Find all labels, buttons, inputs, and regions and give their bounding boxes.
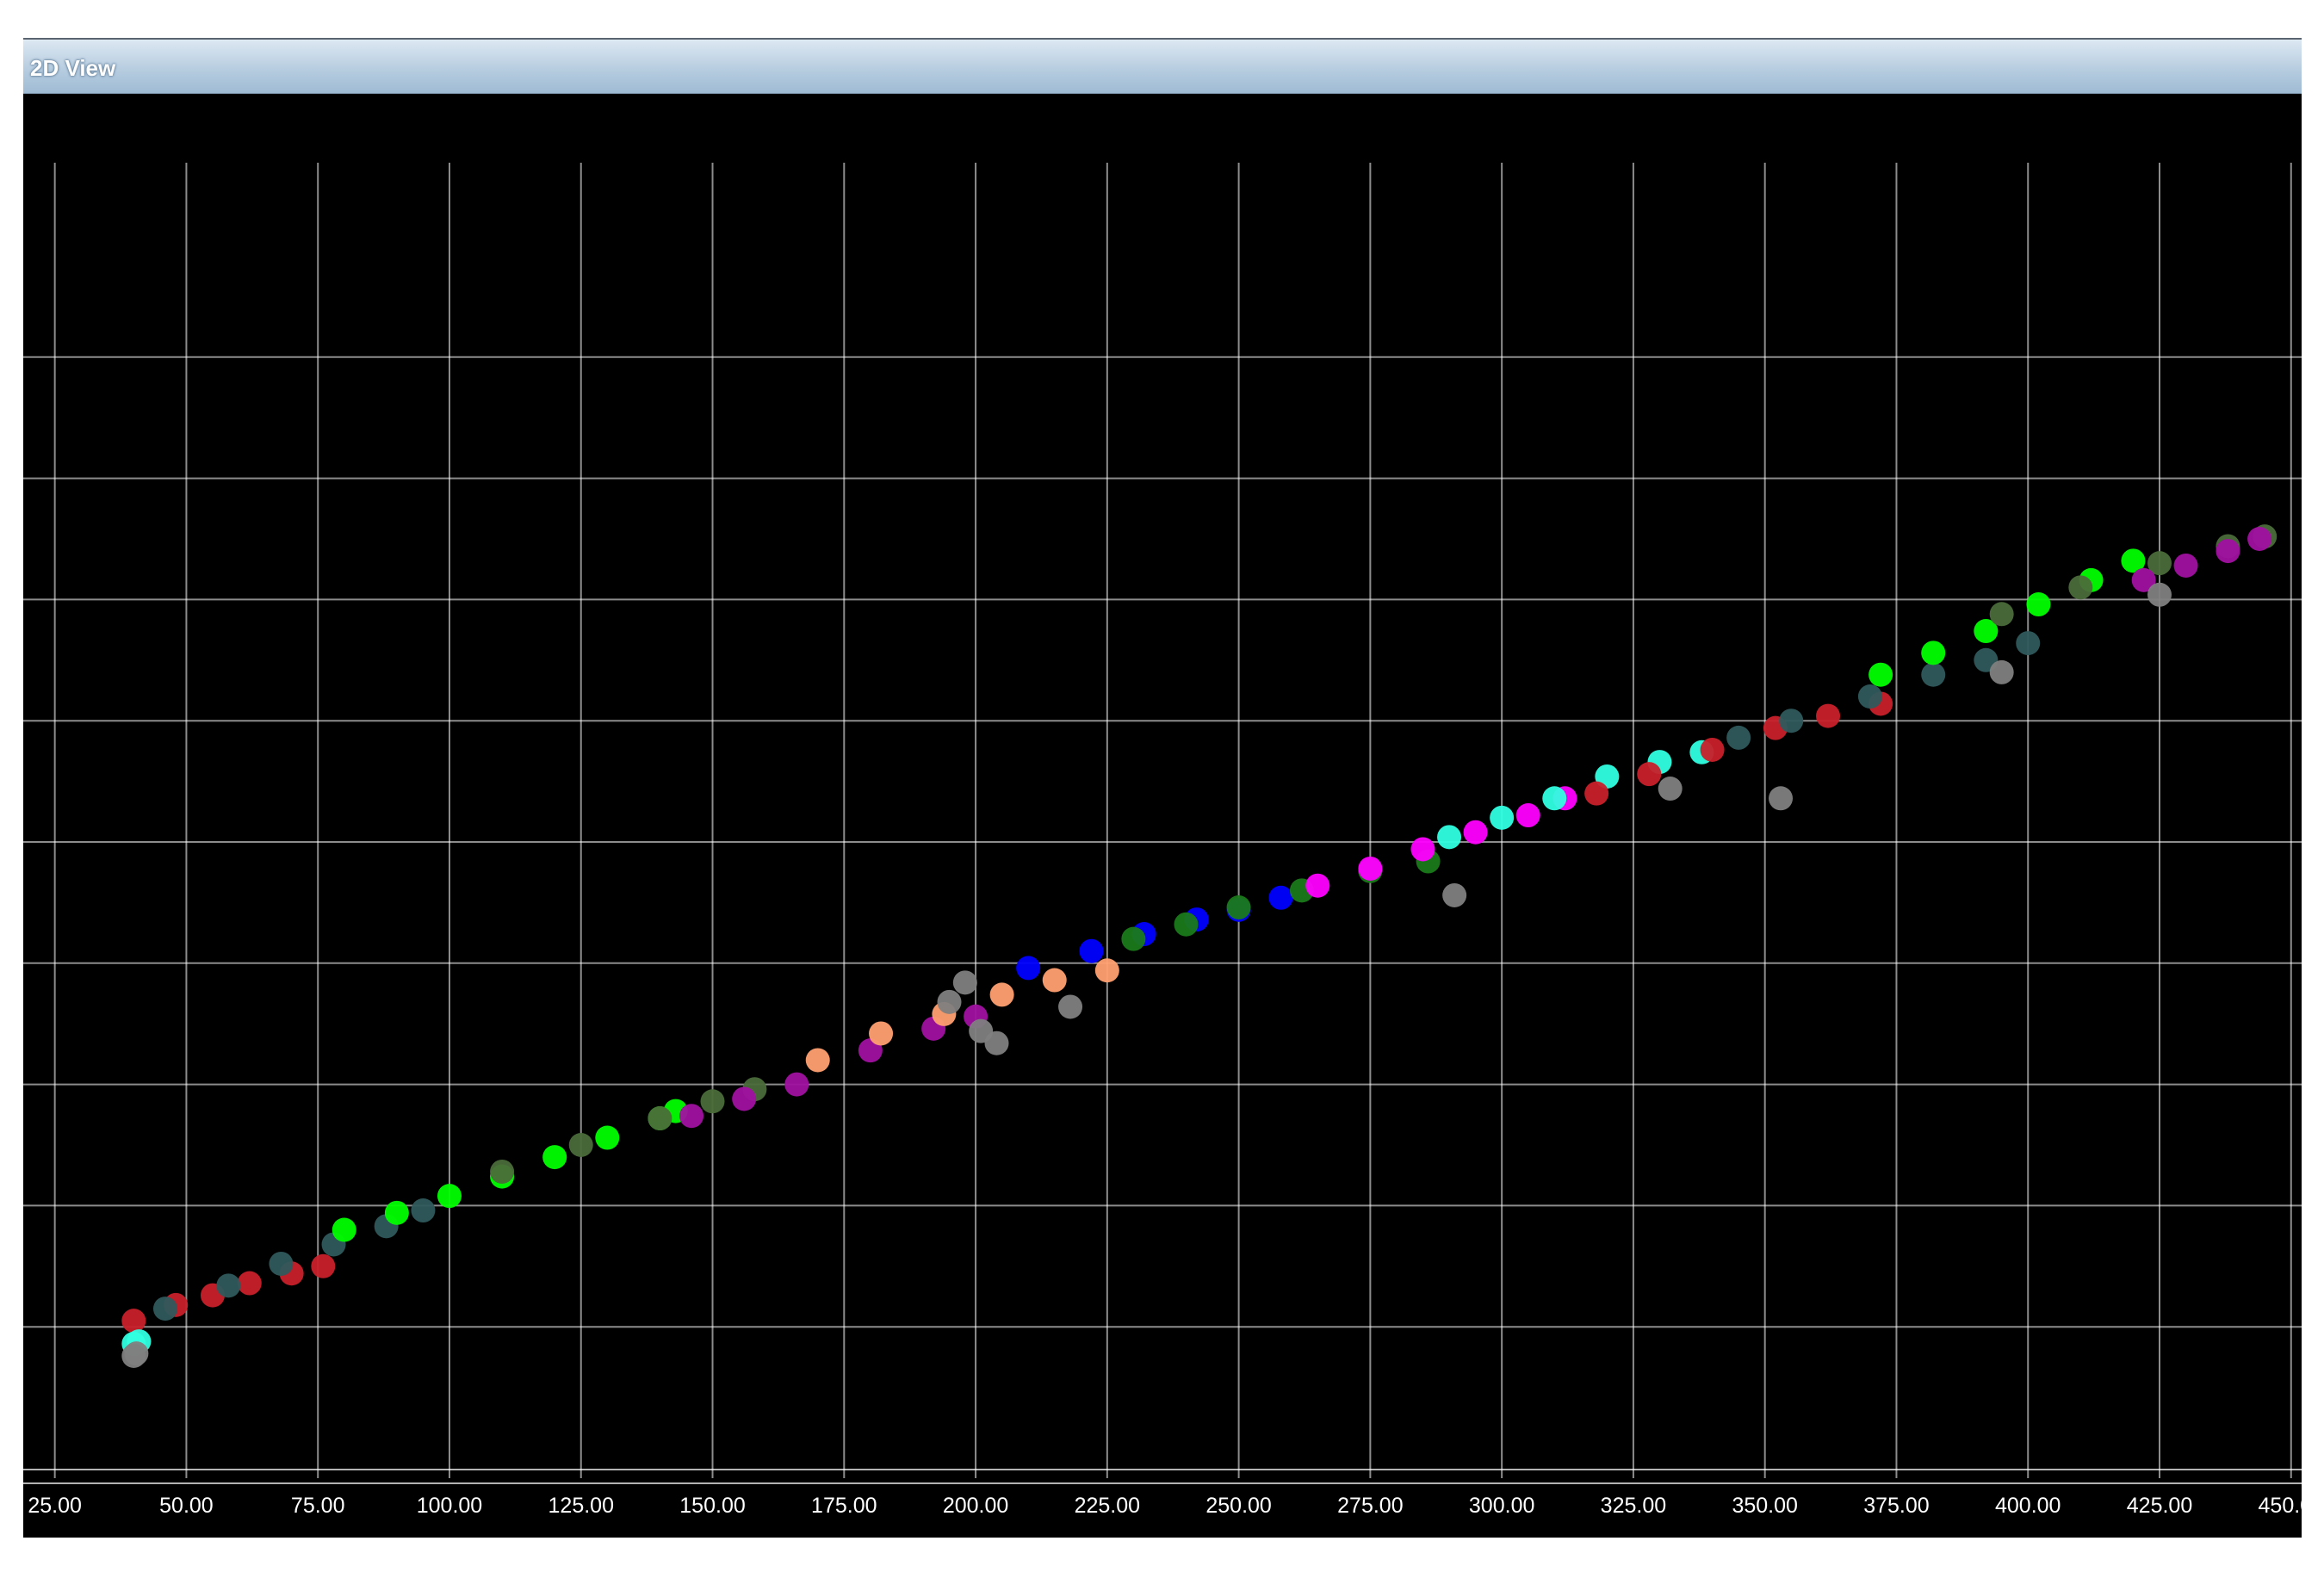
data-point [700, 1089, 725, 1114]
data-point [784, 1072, 809, 1097]
data-point [984, 1030, 1009, 1055]
data-point [152, 1297, 177, 1321]
data-point [1542, 786, 1567, 811]
data-point [568, 1133, 593, 1157]
data-point [1094, 958, 1119, 983]
x-tick-label: 350.00 [1732, 1494, 1797, 1518]
data-point [1442, 882, 1467, 907]
x-tick-label: 200.00 [943, 1494, 1008, 1518]
data-point [1989, 602, 2014, 627]
data-point [1515, 803, 1540, 828]
data-point [1584, 781, 1609, 806]
x-tick-label: 175.00 [811, 1494, 877, 1518]
data-point [124, 1341, 149, 1366]
data-point [490, 1159, 515, 1184]
data-point [1226, 895, 1251, 920]
data-point [1079, 938, 1104, 963]
x-tick-label: 225.00 [1075, 1494, 1140, 1518]
data-points-layer [121, 524, 2278, 1368]
data-series [1442, 582, 2172, 907]
data-series [1016, 885, 1293, 981]
scatter-chart: 25.00 50.00 75.00 100.00 125.00 150.00 175.00 2… [23, 163, 2302, 1518]
data-point [2026, 592, 2051, 617]
window-titlebar[interactable]: 2D View [23, 40, 2302, 94]
data-point [1921, 641, 1946, 665]
data-point [1658, 777, 1683, 801]
x-tick-label: 375.00 [1863, 1494, 1929, 1518]
data-point [648, 1106, 672, 1131]
x-tick-label: 75.00 [291, 1494, 345, 1518]
x-axis: 25.00 50.00 75.00 100.00 125.00 150.00 175.00 2… [28, 1494, 2302, 1518]
data-point [1358, 856, 1383, 881]
data-point [1058, 994, 1083, 1019]
data-point [1437, 825, 1462, 850]
x-tick-label: 125.00 [548, 1494, 614, 1518]
data-point [2247, 527, 2272, 551]
x-tick-label: 150.00 [679, 1494, 745, 1518]
data-point [269, 1251, 294, 1276]
data-point [2068, 575, 2093, 600]
x-tick-label: 250.00 [1205, 1494, 1271, 1518]
data-point [216, 1273, 241, 1298]
data-point [989, 982, 1014, 1007]
data-point [1779, 709, 1804, 733]
x-tick-label: 425.00 [2127, 1494, 2192, 1518]
data-point [2173, 553, 2198, 578]
data-point [384, 1200, 409, 1225]
data-point [1726, 725, 1751, 750]
window-title: 2D View [30, 55, 116, 81]
data-point [311, 1253, 336, 1278]
data-point [1816, 703, 1841, 728]
x-tick-label: 275.00 [1337, 1494, 1403, 1518]
x-tick-label: 100.00 [417, 1494, 482, 1518]
data-point [679, 1104, 704, 1129]
data-point [869, 1021, 894, 1046]
data-point [542, 1145, 567, 1170]
chart-window: 2D View 25.00 50.00 75.00 100.00 125.00 150.0… [23, 38, 2302, 1538]
data-point [2216, 539, 2240, 564]
data-point [237, 1271, 262, 1296]
data-point [1769, 786, 1794, 811]
data-series [490, 1077, 767, 1184]
data-point [1410, 837, 1435, 862]
x-tick-label: 325.00 [1601, 1494, 1666, 1518]
data-point [1174, 912, 1199, 937]
data-point [937, 989, 962, 1014]
data-point [1700, 737, 1725, 762]
data-point [2016, 631, 2041, 656]
data-point [1463, 820, 1488, 845]
data-point [732, 1086, 757, 1111]
x-tick-label: 25.00 [28, 1494, 82, 1518]
data-point [411, 1198, 436, 1223]
data-point [1921, 662, 1946, 687]
data-point [1989, 659, 2014, 684]
data-point [952, 970, 977, 995]
x-tick-label: 300.00 [1469, 1494, 1534, 1518]
x-tick-label: 50.00 [159, 1494, 214, 1518]
data-point [1268, 885, 1293, 910]
data-point [437, 1184, 462, 1209]
data-point [1868, 662, 1893, 687]
data-point [1490, 805, 1515, 830]
x-tick-label: 400.00 [1995, 1494, 2061, 1518]
data-point [2147, 582, 2172, 607]
x-tick-label: 450.00 [2259, 1494, 2302, 1518]
data-point [1121, 926, 1146, 951]
data-point [595, 1125, 620, 1150]
data-point [805, 1048, 830, 1073]
grid-layer [23, 163, 2302, 1484]
data-point [1857, 684, 1882, 709]
data-point [1016, 956, 1041, 981]
data-point [1305, 873, 1330, 898]
plot-area[interactable]: 25.00 50.00 75.00 100.00 125.00 150.00 175.00 2… [23, 94, 2302, 1538]
data-point [332, 1217, 356, 1242]
data-point [1042, 968, 1067, 993]
data-point [121, 1309, 146, 1334]
data-point [1637, 762, 1662, 787]
